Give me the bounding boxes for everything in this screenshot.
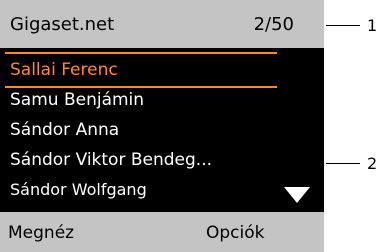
softkey-bar: Megnéz Opciók [0, 212, 324, 252]
callout-1-line [326, 25, 360, 26]
phone-display: Gigaset.net 2/50 Sallai Ferenc Samu Benj… [0, 0, 324, 252]
selection-top-line [5, 52, 277, 54]
scroll-down-icon [284, 187, 310, 203]
directory-title: Gigaset.net [10, 14, 115, 35]
options-softkey[interactable]: Opciók [206, 223, 265, 243]
selection-bottom-line [5, 86, 277, 88]
list-item[interactable]: Sándor Anna [10, 120, 119, 140]
list-item[interactable]: Sallai Ferenc [10, 60, 118, 80]
list-item[interactable]: Samu Benjámin [10, 90, 144, 110]
view-softkey[interactable]: Megnéz [8, 223, 74, 243]
entry-counter: 2/50 [253, 14, 294, 35]
callout-2-label: 2 [367, 154, 378, 173]
list-item[interactable]: Sándor Wolfgang [10, 180, 147, 199]
callout-1-label: 1 [367, 16, 378, 35]
contact-list: Sallai Ferenc Samu Benjámin Sándor Anna … [0, 50, 324, 212]
title-bar: Gigaset.net 2/50 [0, 0, 324, 50]
callout-2-line [326, 163, 360, 164]
list-item[interactable]: Sándor Viktor Bendeg... [10, 150, 212, 170]
